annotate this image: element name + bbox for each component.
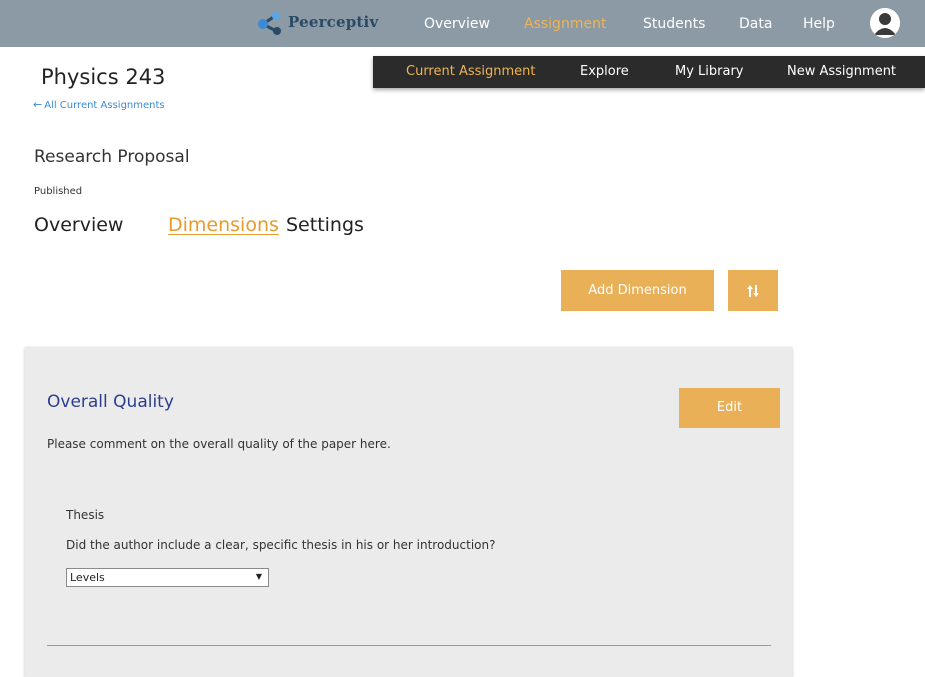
subnav-my-library[interactable]: My Library — [675, 64, 744, 79]
subnav-current-assignment[interactable]: Current Assignment — [406, 64, 536, 79]
back-link-label: All Current Assignments — [44, 100, 165, 111]
peerceptiv-logo-icon — [258, 12, 281, 35]
tab-settings[interactable]: Settings — [286, 214, 364, 236]
criterion-type-select[interactable]: Levels ▼ — [66, 568, 269, 587]
brand-name: Peerceptiv — [288, 13, 379, 31]
tab-dimensions[interactable]: Dimensions — [168, 214, 279, 236]
subnav-explore[interactable]: Explore — [580, 64, 629, 79]
assignment-title: Research Proposal — [34, 147, 190, 167]
top-nav-bar: Peerceptiv Overview Assignment Students … — [0, 0, 925, 47]
topnav-assignment[interactable]: Assignment — [524, 16, 606, 32]
topnav-students[interactable]: Students — [643, 16, 705, 32]
add-dimension-button[interactable]: Add Dimension — [561, 270, 714, 311]
criterion-question: Did the author include a clear, specific… — [66, 538, 496, 552]
course-title: Physics 243 — [41, 65, 166, 89]
criterion-type-value: Levels — [70, 571, 105, 584]
back-arrow-icon: ← — [33, 98, 43, 111]
edit-dimension-button[interactable]: Edit — [679, 388, 780, 428]
topnav-help[interactable]: Help — [803, 16, 835, 32]
assignment-subnav: Current Assignment Explore My Library Ne… — [373, 56, 925, 88]
dimension-card: Overall Quality Edit Please comment on t… — [25, 347, 792, 677]
topnav-data[interactable]: Data — [739, 16, 772, 32]
tab-overview[interactable]: Overview — [34, 214, 123, 236]
back-to-assignments-link[interactable]: ← All Current Assignments — [33, 98, 165, 111]
user-avatar-icon — [870, 8, 900, 38]
dropdown-caret-icon: ▼ — [255, 572, 262, 581]
topnav-overview[interactable]: Overview — [424, 16, 490, 32]
user-avatar[interactable] — [870, 8, 900, 38]
assignment-status: Published — [34, 186, 83, 197]
reorder-dimensions-button[interactable] — [728, 270, 778, 311]
dimension-title: Overall Quality — [47, 392, 174, 412]
criterion-name: Thesis — [66, 508, 105, 522]
criterion-divider — [47, 645, 771, 646]
subnav-new-assignment[interactable]: New Assignment — [787, 64, 896, 79]
dimension-description: Please comment on the overall quality of… — [47, 437, 391, 451]
sort-arrows-icon — [747, 285, 759, 297]
